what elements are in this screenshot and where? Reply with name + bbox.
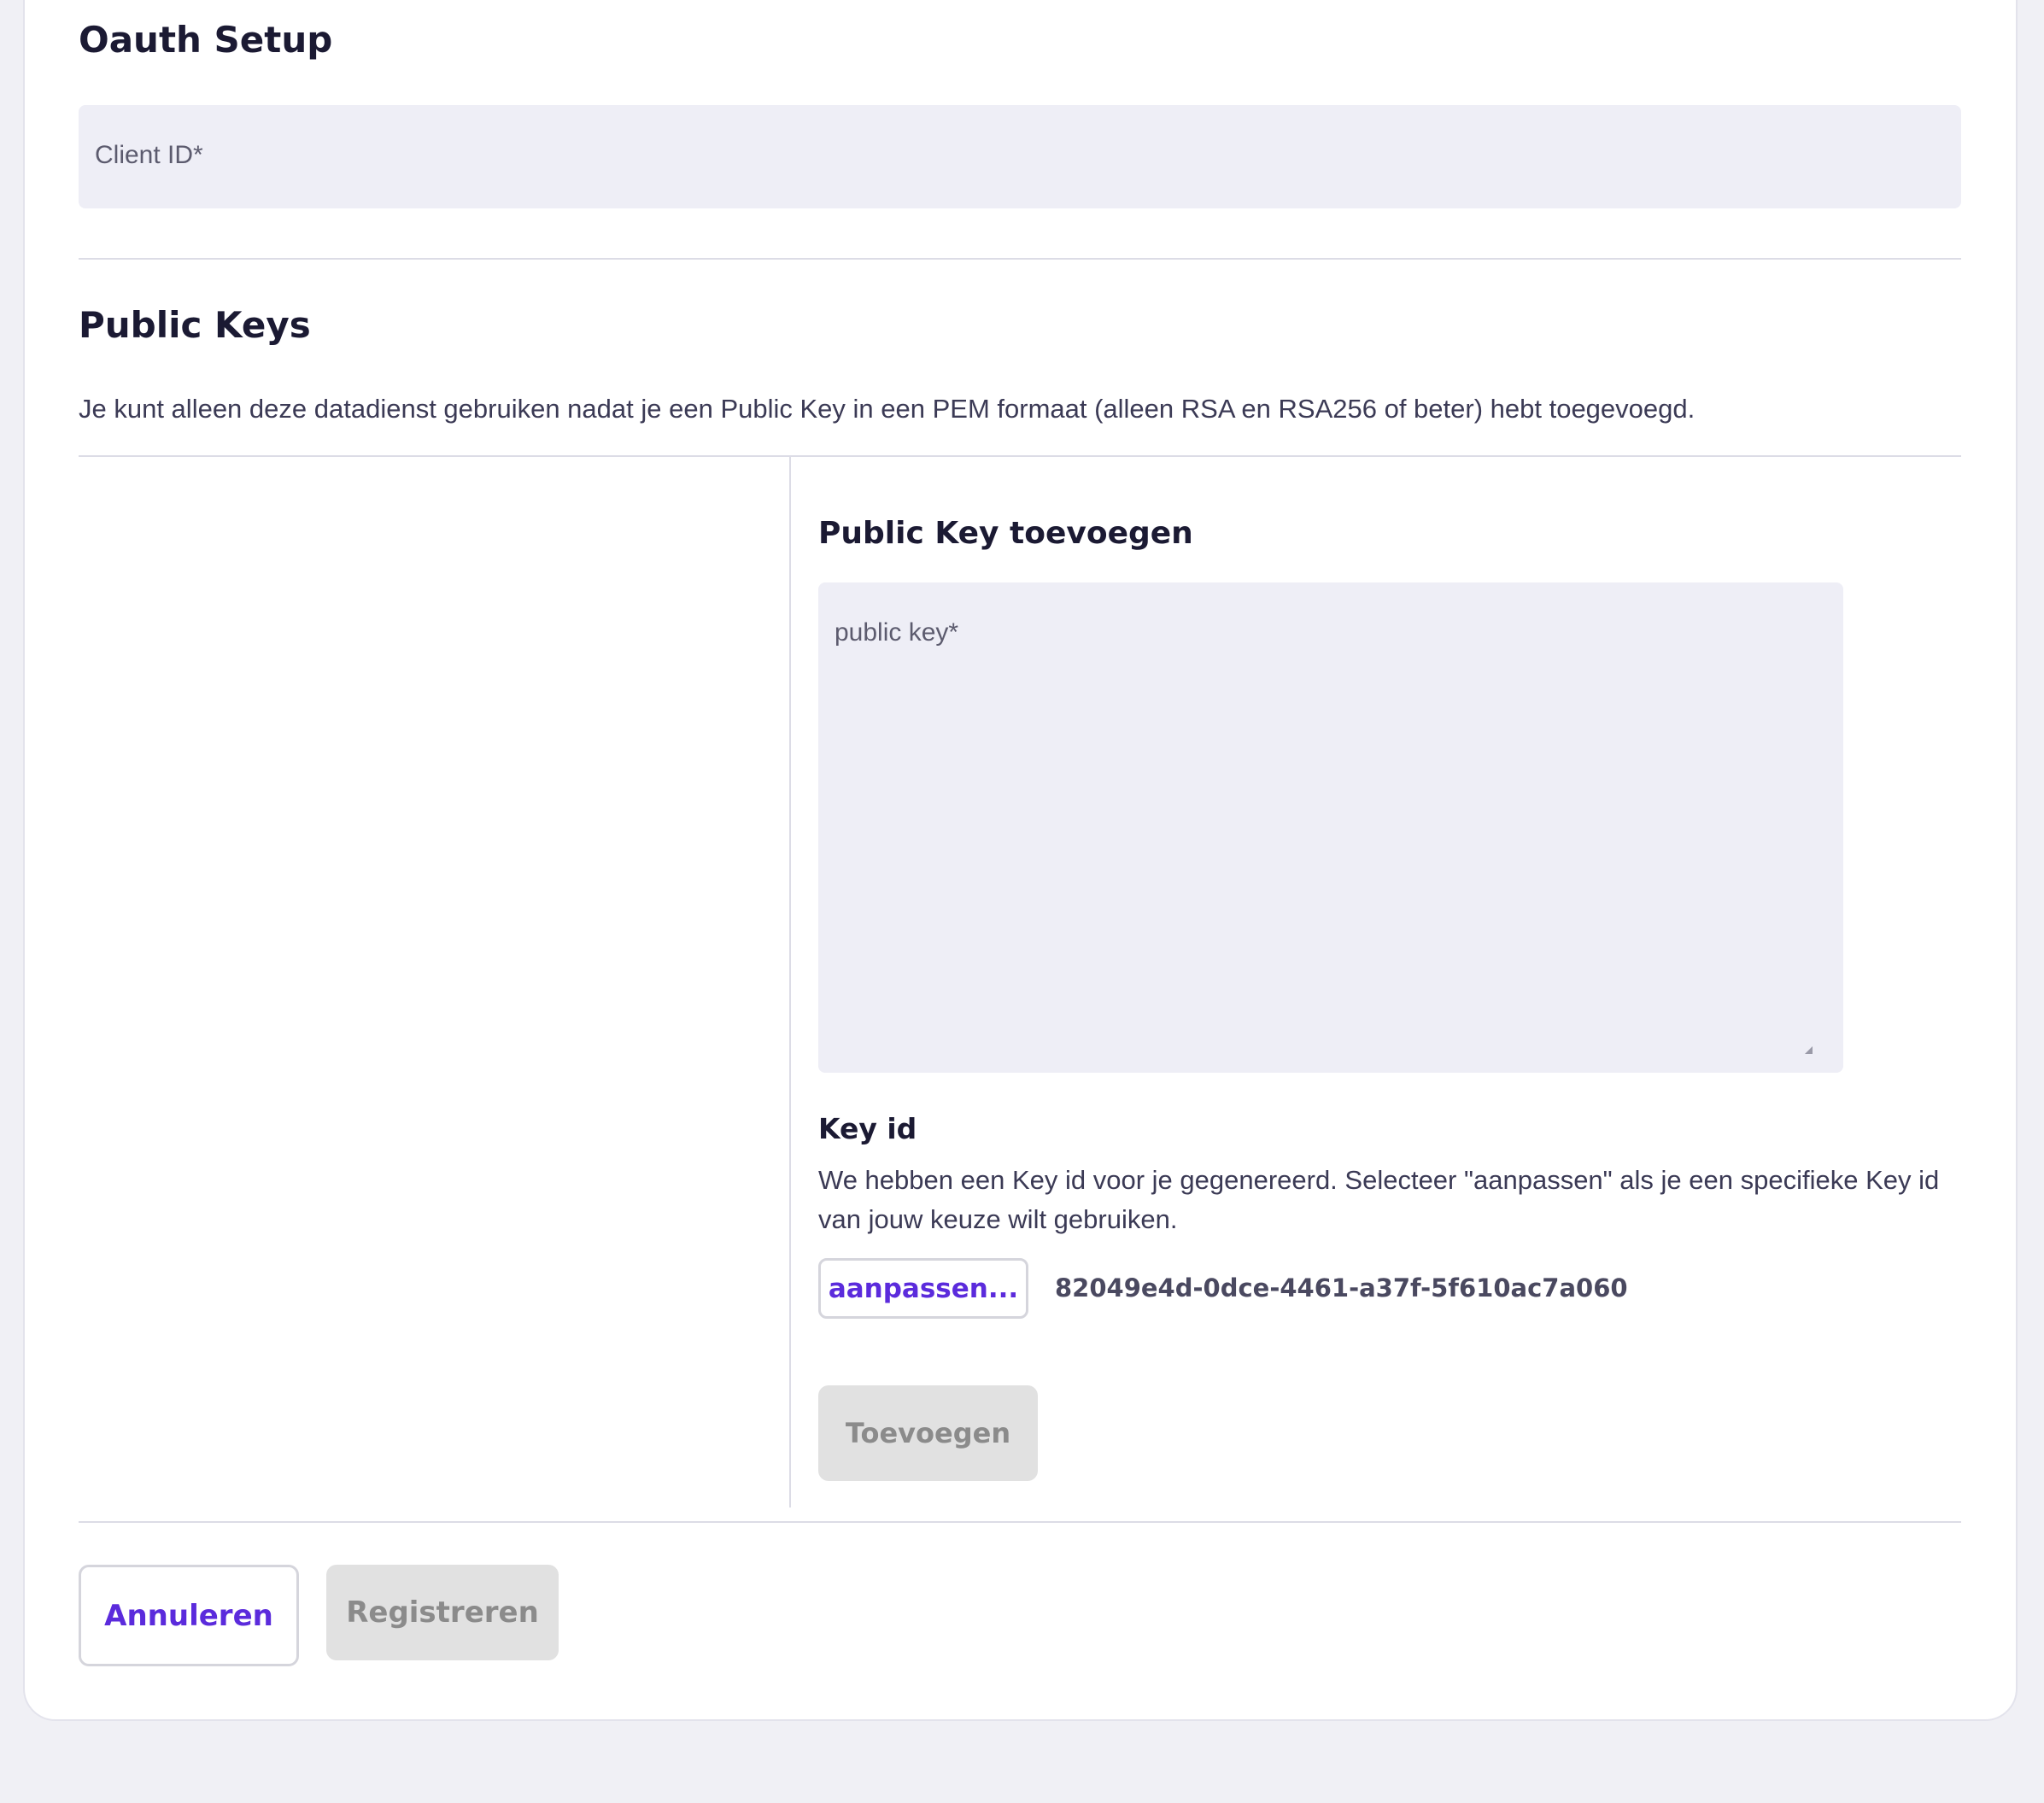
cancel-button[interactable]: Annuleren bbox=[79, 1565, 299, 1666]
add-public-key-title: Public Key toevoegen bbox=[818, 516, 1193, 551]
key-id-title: Key id bbox=[818, 1112, 917, 1145]
section-divider bbox=[79, 258, 1961, 260]
client-id-placeholder: Client ID* bbox=[95, 141, 203, 169]
edit-key-id-button[interactable]: aanpassen... bbox=[818, 1258, 1028, 1319]
public-key-textarea[interactable]: public key* bbox=[818, 582, 1843, 1073]
footer-divider bbox=[79, 1521, 1961, 1523]
public-key-placeholder: public key* bbox=[835, 618, 959, 647]
public-key-list bbox=[79, 457, 788, 1507]
public-keys-description: Je kunt alleen deze datadienst gebruiken… bbox=[79, 394, 1696, 424]
register-button[interactable]: Registreren bbox=[326, 1565, 559, 1660]
key-list-column-divider bbox=[789, 457, 791, 1507]
resize-handle-icon[interactable] bbox=[1805, 1046, 1813, 1054]
client-id-field[interactable]: Client ID* bbox=[79, 105, 1961, 208]
key-id-value: 82049e4d-0dce-4461-a37f-5f610ac7a060 bbox=[1055, 1273, 1628, 1302]
public-keys-title: Public Keys bbox=[79, 304, 311, 346]
key-id-description: We hebben een Key id voor je gegenereerd… bbox=[818, 1165, 1940, 1234]
add-key-button[interactable]: Toevoegen bbox=[818, 1385, 1038, 1481]
oauth-setup-title: Oauth Setup bbox=[79, 19, 333, 61]
